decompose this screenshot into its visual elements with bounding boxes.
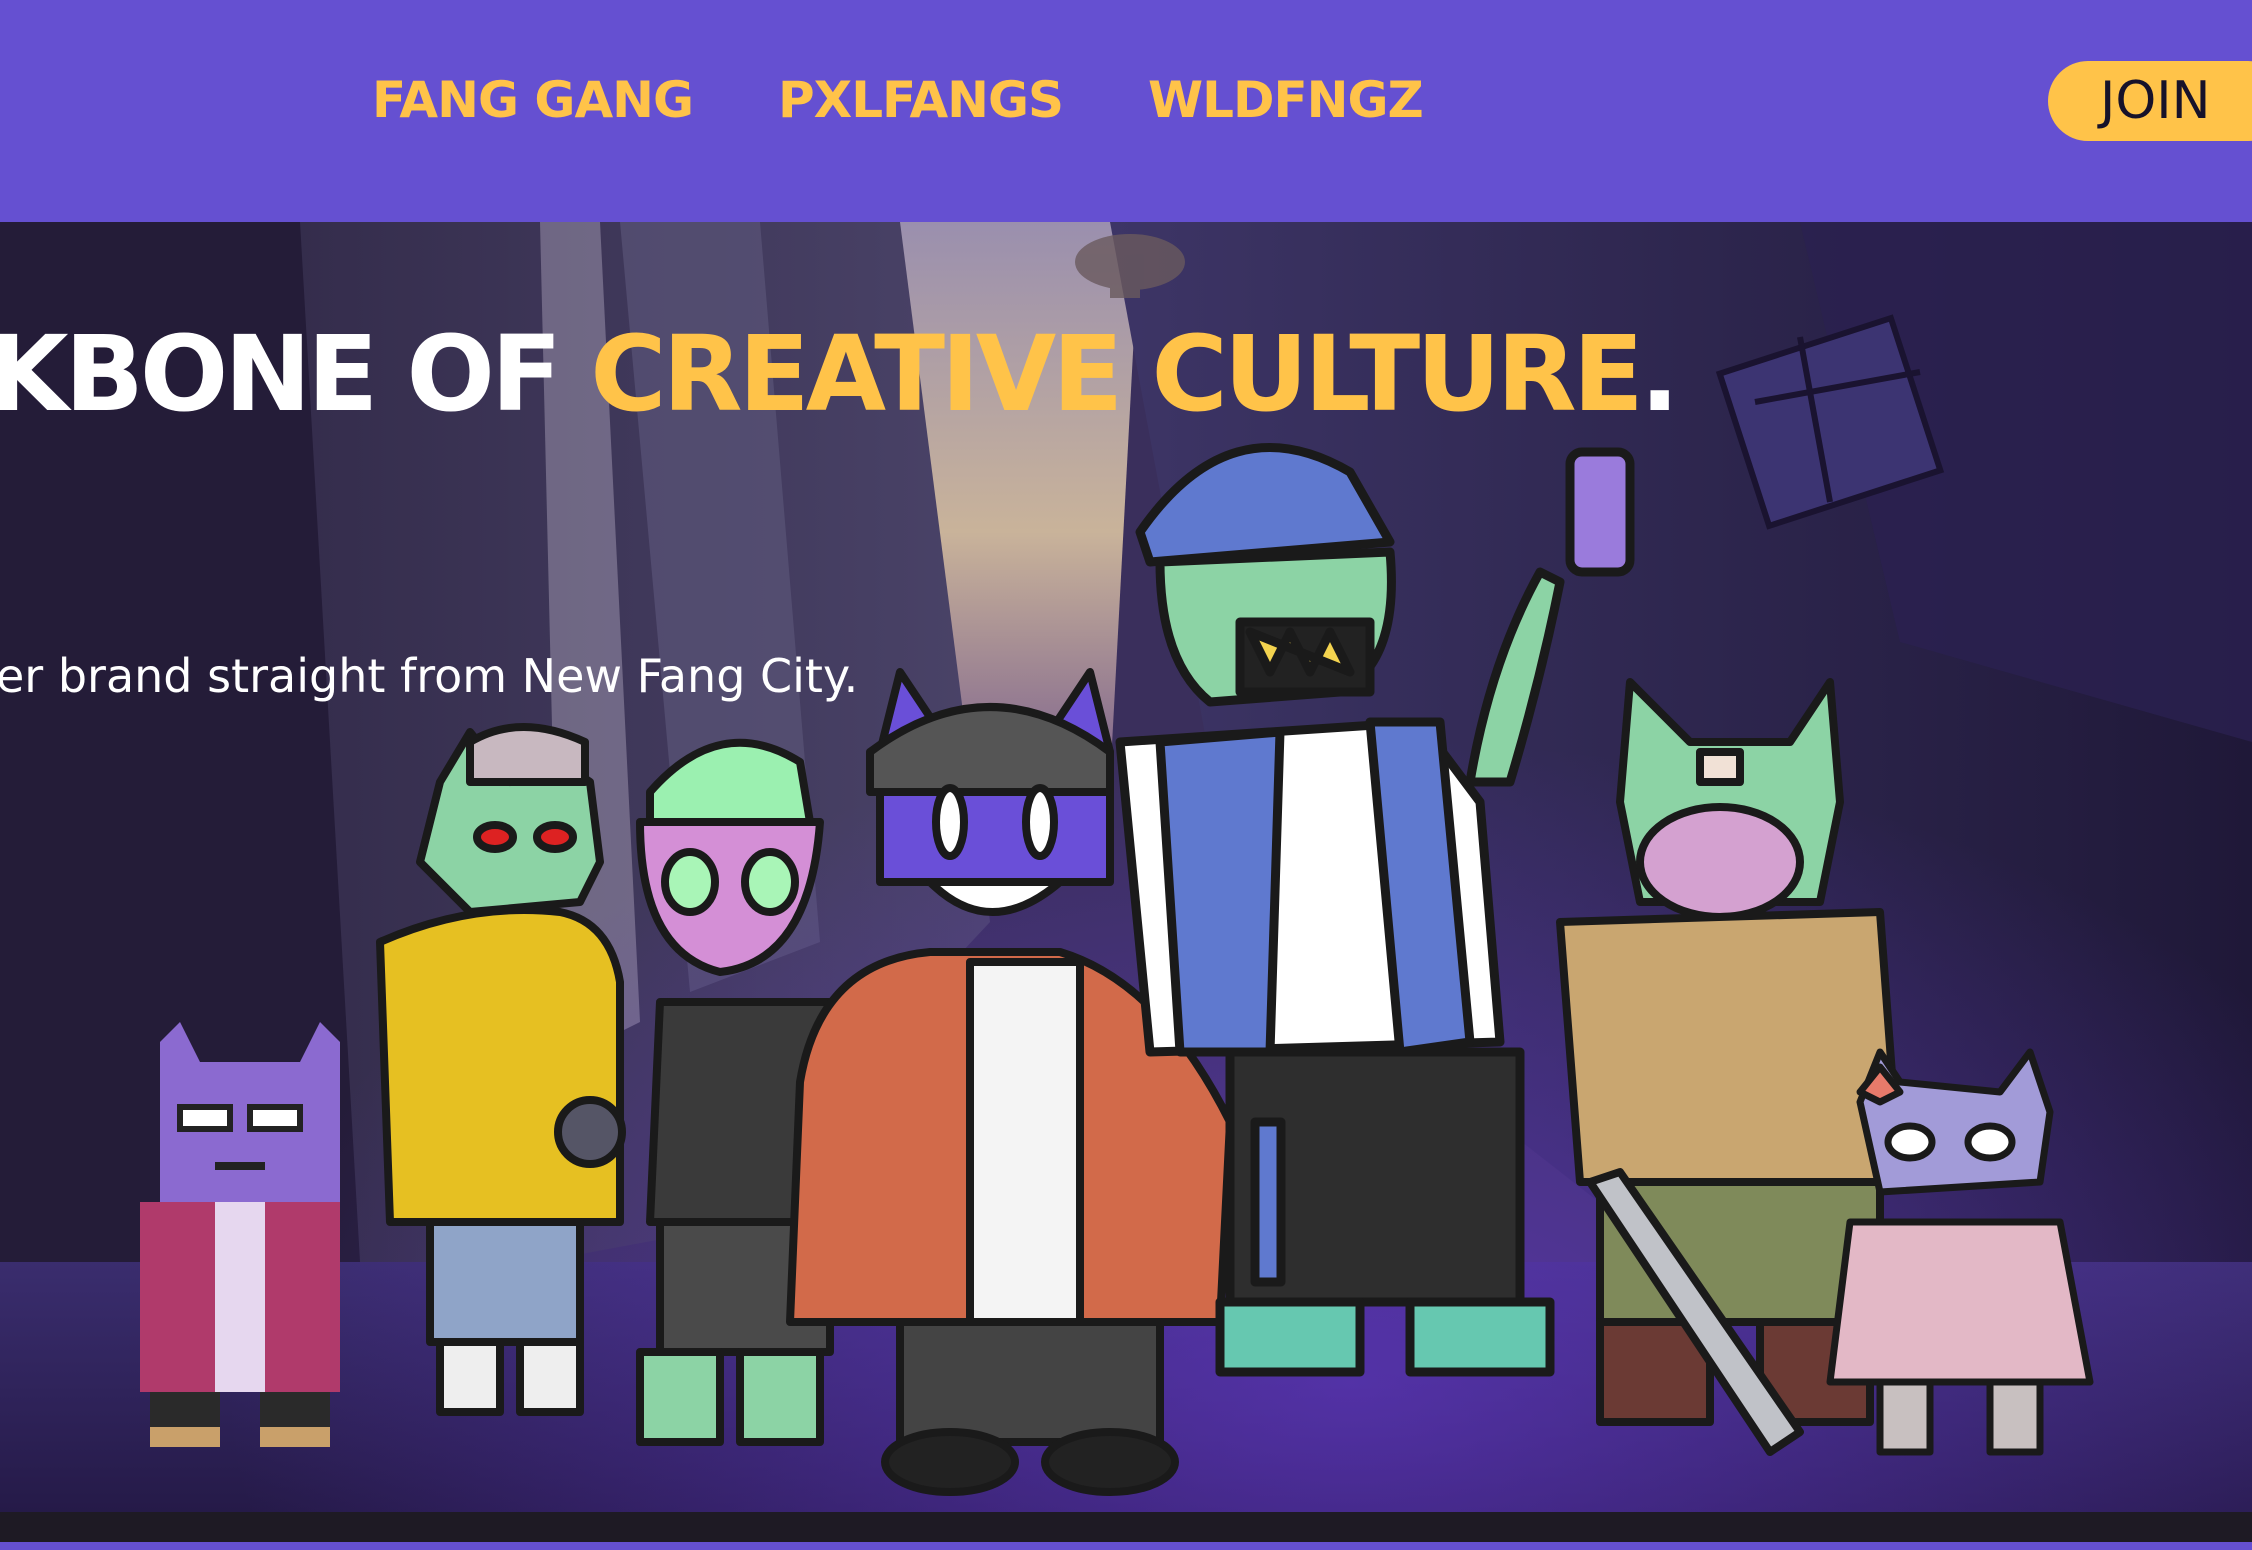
pixel-fang-character <box>140 1022 340 1447</box>
site-header: FANG GANG PXLFANGS WLDFNGZ JOIN <box>0 0 2252 222</box>
join-button[interactable]: JOIN <box>2048 61 2252 141</box>
hero-section: KBONE OF CREATIVE CULTURE. er brand stra… <box>0 222 2252 1512</box>
nav-link-fang-gang[interactable]: FANG GANG <box>372 72 694 128</box>
hero-subtitle: er brand straight from New Fang City. <box>0 649 859 703</box>
hero-title: KBONE OF CREATIVE CULTURE. <box>0 313 1679 435</box>
next-section-edge <box>0 1542 2252 1550</box>
hero-title-lead: KBONE OF <box>0 313 591 435</box>
nav-link-wldfngz[interactable]: WLDFNGZ <box>1148 72 1424 128</box>
hero-title-accent: CREATIVE CULTURE <box>590 313 1644 435</box>
nav-link-pxlfangs[interactable]: PXLFANGS <box>778 72 1064 128</box>
hero-title-end: . <box>1639 313 1679 435</box>
